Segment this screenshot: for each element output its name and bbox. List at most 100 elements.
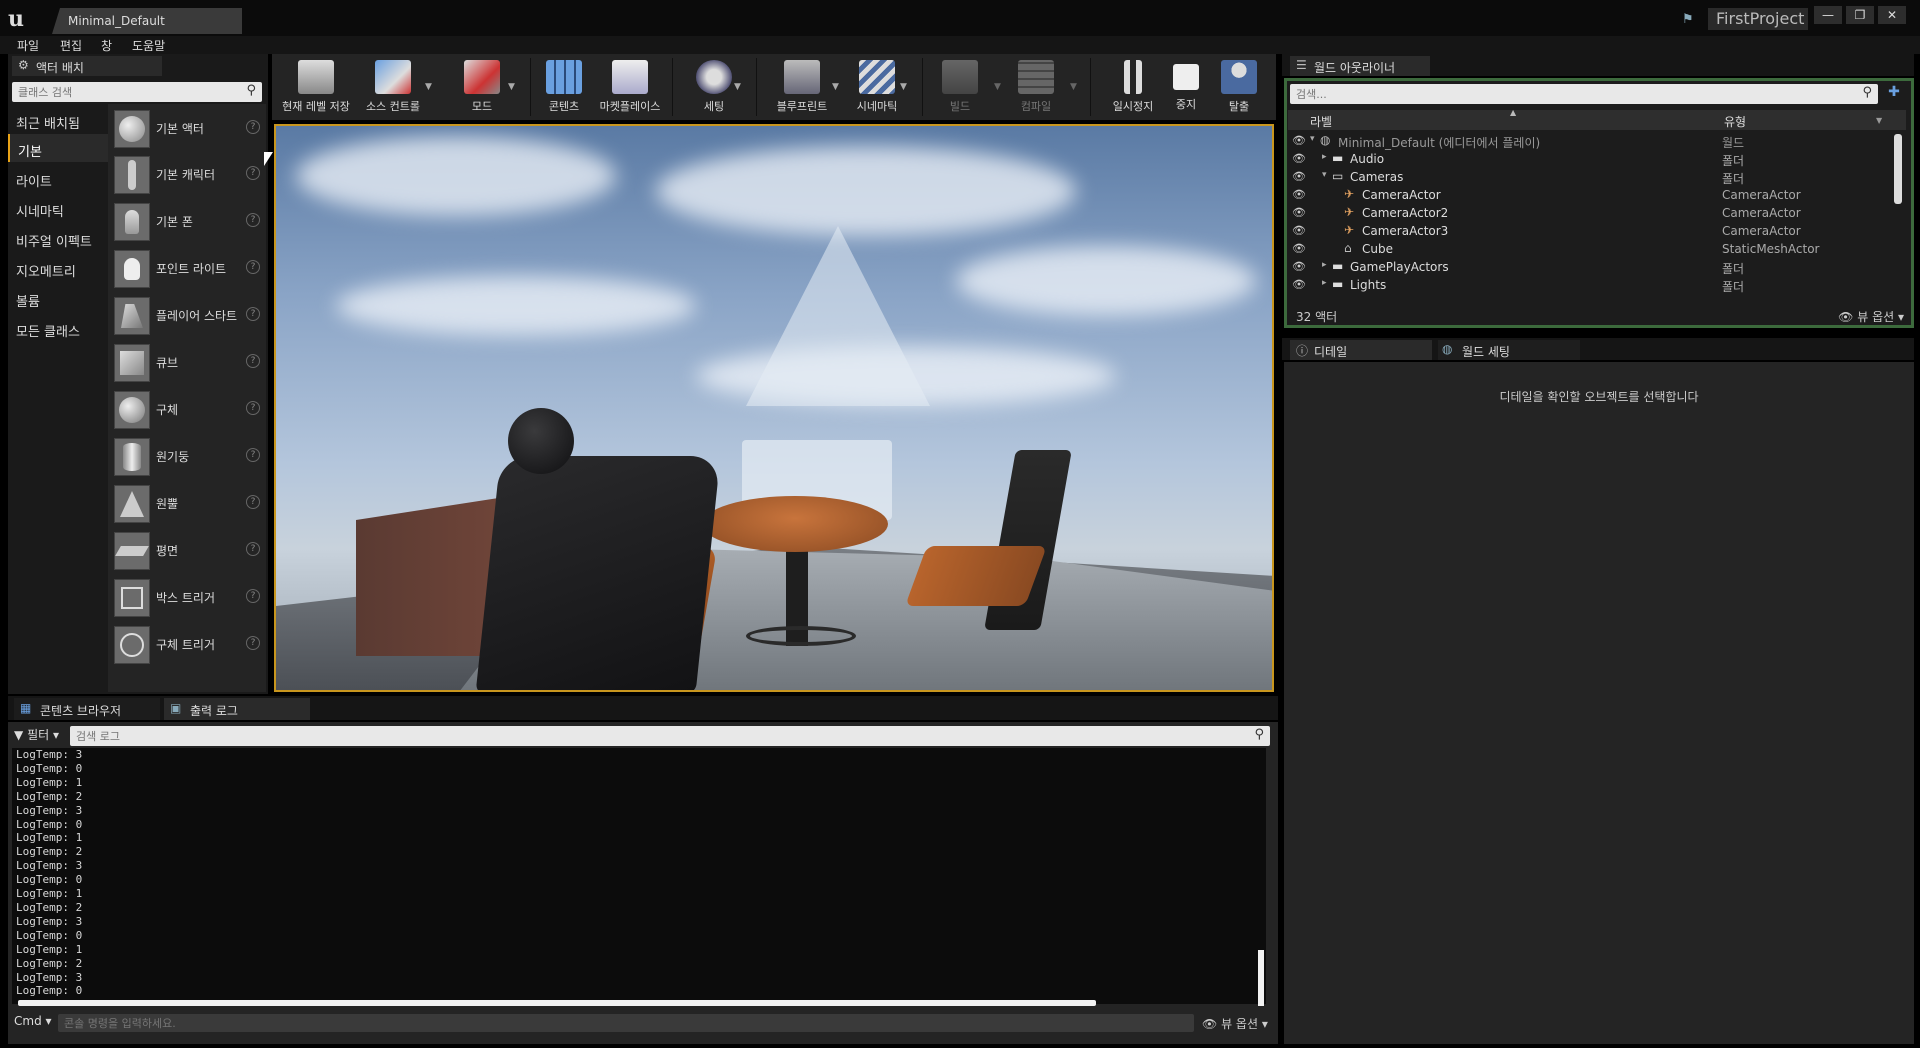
category-volumes[interactable]: 볼륨	[8, 284, 108, 312]
outliner-row[interactable]: 👁 ▸ ▬ GamePlayActors 폴더	[1288, 258, 1892, 276]
help-icon[interactable]: ?	[246, 448, 260, 462]
category-all-classes[interactable]: 모든 클래스	[8, 314, 108, 342]
save-level-button[interactable]: 현재 레벨 저장	[278, 58, 354, 118]
place-item-cone[interactable]: 원뿔 ?	[112, 481, 262, 527]
tab-place-actors[interactable]: 액터 배치	[12, 56, 162, 76]
help-icon[interactable]: ?	[246, 589, 260, 603]
help-icon[interactable]: ?	[246, 636, 260, 650]
minimize-icon[interactable]: —	[1814, 6, 1842, 24]
visibility-eye-icon[interactable]: 👁	[1292, 206, 1306, 219]
search-icon[interactable]: ⚲	[1862, 85, 1872, 100]
menu-edit[interactable]: 편집	[60, 37, 82, 54]
search-icon[interactable]: ⚲	[246, 83, 256, 98]
console-command-input[interactable]	[58, 1014, 1194, 1032]
help-icon[interactable]: ?	[246, 166, 260, 180]
menu-help[interactable]: 도움말	[132, 37, 165, 54]
menu-window[interactable]: 창	[101, 37, 112, 54]
expander-arrow-icon[interactable]: ▾	[1322, 170, 1327, 180]
outliner-row[interactable]: 👁 ✈ CameraActor CameraActor	[1288, 186, 1892, 204]
help-icon[interactable]: ?	[246, 401, 260, 415]
expander-arrow-icon[interactable]: ▸	[1322, 152, 1327, 162]
table-top[interactable]	[702, 496, 888, 552]
column-label-header[interactable]: 라벨	[1310, 113, 1332, 130]
log-horizontal-scrollbar[interactable]	[18, 1000, 1096, 1006]
chevron-down-icon[interactable]: ▼	[425, 82, 432, 92]
expander-arrow-icon[interactable]: ▾	[1310, 134, 1315, 144]
tab-world-outliner[interactable]: 월드 아웃라이너	[1290, 56, 1430, 76]
tab-output-log[interactable]: 출력 로그	[164, 698, 310, 720]
chevron-down-icon[interactable]: ▼	[1070, 82, 1077, 92]
place-item-point-light[interactable]: 포인트 라이트 ?	[112, 246, 262, 292]
place-item-sphere-trigger[interactable]: 구체 트리거 ?	[112, 622, 262, 668]
help-icon[interactable]: ?	[246, 213, 260, 227]
class-search-input[interactable]	[12, 82, 232, 102]
chevron-down-icon[interactable]: ▼	[1876, 116, 1882, 125]
outliner-search-box[interactable]: ⚲	[1290, 84, 1878, 104]
search-icon[interactable]: ⚲	[1254, 727, 1264, 742]
chevron-down-icon[interactable]: ▼	[734, 82, 741, 92]
place-item-character[interactable]: 기본 캐릭터 ?	[112, 152, 262, 198]
class-search-box[interactable]: ⚲	[12, 82, 262, 102]
blueprints-button[interactable]: 블루프린트	[768, 58, 836, 118]
menu-file[interactable]: 파일	[17, 37, 39, 54]
help-icon[interactable]: ?	[246, 260, 260, 274]
chair-right-seat[interactable]	[905, 546, 1047, 606]
document-tab[interactable]: Minimal_Default	[52, 8, 242, 34]
level-viewport[interactable]	[274, 124, 1274, 692]
help-icon[interactable]: ?	[246, 495, 260, 509]
marketplace-button[interactable]: 마켓플레이스	[594, 58, 666, 118]
outliner-scrollbar[interactable]	[1894, 134, 1902, 204]
place-item-box-trigger[interactable]: 박스 트리거 ?	[112, 575, 262, 621]
log-view-options[interactable]: 👁 뷰 옵션 ▾	[1202, 1015, 1268, 1032]
visibility-eye-icon[interactable]: 👁	[1292, 188, 1306, 201]
place-item-cube[interactable]: 큐브 ?	[112, 340, 262, 386]
visibility-eye-icon[interactable]: 👁	[1292, 242, 1306, 255]
help-icon[interactable]: ?	[246, 120, 260, 134]
pyramid-mesh[interactable]	[746, 226, 930, 406]
visibility-eye-icon[interactable]: 👁	[1292, 134, 1306, 147]
tab-details[interactable]: 디테일	[1290, 340, 1432, 360]
stop-button[interactable]: 중지	[1164, 58, 1208, 118]
place-item-pawn[interactable]: 기본 폰 ?	[112, 199, 262, 245]
visibility-eye-icon[interactable]: 👁	[1292, 278, 1306, 291]
category-recent[interactable]: 최근 배치됨	[8, 106, 108, 134]
category-cinematic[interactable]: 시네마틱	[8, 194, 108, 222]
chevron-down-icon[interactable]: ▼	[508, 82, 515, 92]
expander-arrow-icon[interactable]: ▸	[1322, 260, 1327, 270]
outliner-row[interactable]: 👁 ✈ CameraActor2 CameraActor	[1288, 204, 1892, 222]
category-basic[interactable]: 기본	[8, 134, 108, 162]
chevron-down-icon[interactable]: ▼	[832, 82, 839, 92]
chair-left-back[interactable]	[475, 456, 721, 690]
log-output-area[interactable]: LogTemp: 3 LogTemp: 0 LogTemp: 1 LogTemp: 2…	[12, 748, 1266, 1004]
cmd-selector[interactable]: Cmd ▾	[14, 1014, 52, 1028]
outliner-row[interactable]: 👁 ⌂ Cube StaticMeshActor	[1288, 240, 1892, 258]
tab-content-browser[interactable]: 콘텐츠 브라우저	[14, 698, 160, 720]
log-vertical-scrollbar[interactable]	[1258, 950, 1264, 1006]
source-control-button[interactable]: 소스 컨트롤	[360, 58, 426, 118]
content-button[interactable]: 콘텐츠	[536, 58, 592, 118]
outliner-row[interactable]: 👁 ▾ ◍ Minimal_Default (에디터에서 플레이) 월드	[1288, 132, 1892, 150]
outliner-view-options[interactable]: 👁 뷰 옵션 ▾	[1838, 308, 1904, 325]
outliner-row[interactable]: 👁 ▸ ▬ Audio 폴더	[1288, 150, 1892, 168]
category-lights[interactable]: 라이트	[8, 164, 108, 192]
visibility-eye-icon[interactable]: 👁	[1292, 260, 1306, 273]
eject-button[interactable]: 탈출	[1214, 58, 1264, 118]
chevron-down-icon[interactable]: ▼	[900, 82, 907, 92]
close-icon[interactable]: ✕	[1878, 6, 1906, 24]
chevron-down-icon[interactable]: ▼	[994, 82, 1001, 92]
category-visual-effects[interactable]: 비주얼 이펙트	[8, 224, 108, 252]
outliner-row[interactable]: 👁 ▸ ▬ Lights 폴더	[1288, 276, 1892, 294]
console-command-box[interactable]	[58, 1014, 1194, 1032]
build-button[interactable]: 빌드	[932, 58, 988, 118]
table-base[interactable]	[746, 626, 856, 646]
visibility-eye-icon[interactable]: 👁	[1292, 224, 1306, 237]
help-icon[interactable]: ?	[246, 542, 260, 556]
outliner-row[interactable]: 👁 ✈ CameraActor3 CameraActor	[1288, 222, 1892, 240]
outliner-row[interactable]: 👁 ▾ ▭ Cameras 폴더	[1288, 168, 1892, 186]
place-item-empty-actor[interactable]: 기본 액터 ?	[112, 106, 262, 152]
cinematics-button[interactable]: 시네마틱	[846, 58, 908, 118]
place-item-sphere[interactable]: 구체 ?	[112, 387, 262, 433]
place-item-plane[interactable]: 평면 ?	[112, 528, 262, 574]
character-head[interactable]	[508, 408, 574, 474]
tab-world-settings[interactable]: 월드 세팅	[1438, 340, 1580, 360]
